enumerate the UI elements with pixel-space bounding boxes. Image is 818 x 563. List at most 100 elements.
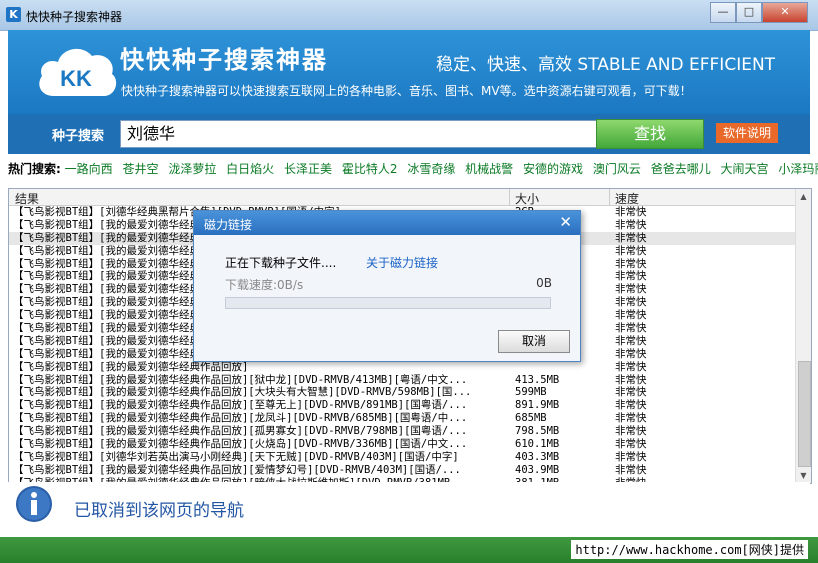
vertical-scrollbar[interactable]: ▲ ▼: [795, 189, 811, 483]
downloading-status: 正在下载种子文件....: [225, 256, 337, 270]
row-speed: 非常快: [615, 360, 647, 373]
hot-keyword-link[interactable]: 泷泽萝拉: [168, 162, 216, 176]
row-size: 599MB: [515, 386, 547, 399]
row-name: 【飞鸟影视BT组】[我的最爱刘德华经典作品回放][火烧岛][DVD-RMVB/3…: [13, 438, 468, 451]
downloaded-bytes: 0B: [536, 276, 552, 290]
close-button[interactable]: ✕: [762, 2, 808, 23]
row-speed: 非常快: [615, 412, 647, 425]
row-speed: 非常快: [615, 270, 647, 283]
row-speed: 非常快: [615, 450, 647, 463]
hot-searches-label: 热门搜索:: [8, 162, 61, 176]
magnet-link-dialog: 磁力链接 ✕ 正在下载种子文件.... 关于磁力链接 下载速度:0B/s 0B …: [193, 210, 581, 362]
kk-cloud-logo: KK: [39, 48, 117, 96]
table-row[interactable]: 【飞鸟影视BT组】[我的最爱刘德华经典作品回放] 非常快: [9, 361, 795, 374]
column-header-speed[interactable]: 速度: [615, 190, 639, 207]
row-speed: 非常快: [615, 438, 647, 451]
row-size: 403.9MB: [515, 463, 560, 476]
column-header-result[interactable]: 结果: [15, 190, 39, 207]
software-help-button[interactable]: 软件说明: [716, 123, 778, 143]
row-size: 413.5MB: [515, 373, 560, 386]
maximize-button[interactable]: □: [736, 2, 762, 23]
table-row[interactable]: 【飞鸟影视BT组】[我的最爱刘德华经典作品回放][至尊无上][DVD-RMVB/…: [9, 399, 795, 412]
hot-keyword-link[interactable]: 长泽正美: [284, 162, 332, 176]
app-description: 快快种子搜索神器可以快速搜索互联网上的各种电影、音乐、图书、MV等。选中资源右键…: [121, 84, 692, 98]
row-size: 685MB: [515, 412, 547, 425]
hot-keyword-link[interactable]: 安德的游戏: [523, 162, 583, 176]
row-speed: 非常快: [615, 296, 647, 309]
hot-keyword-link[interactable]: 爸爸去哪儿: [651, 162, 711, 176]
row-speed: 非常快: [615, 206, 647, 218]
row-name: 【飞鸟影视BT组】[刘德华刘若英出演马小刚经典][天下无贼][DVD-RMVB/…: [13, 450, 459, 463]
row-name: 【飞鸟影视BT组】[我的最爱刘德华经典作品回放][大块头有大智慧][DVD-RM…: [13, 386, 472, 399]
row-name: 【飞鸟影视BT组】[我的最爱刘德华经典作品回放][爱情梦幻号][DVD-RMVB…: [13, 463, 461, 476]
search-input[interactable]: 刘德华: [120, 120, 600, 148]
row-speed: 非常快: [615, 244, 647, 257]
dialog-close-icon[interactable]: ✕: [559, 213, 572, 231]
slogan: 稳定、快速、高效 STABLE AND EFFICIENT: [436, 55, 776, 75]
row-speed: 非常快: [615, 386, 647, 399]
table-row[interactable]: 【飞鸟影视BT组】[我的最爱刘德华经典作品回放][龙凤斗][DVD-RMVB/6…: [9, 412, 795, 425]
status-bar: http://www.hackhome.com[网侠]提供: [0, 537, 818, 563]
search-bar: 种子搜索 刘德华 查找 软件说明: [8, 114, 810, 154]
dialog-titlebar: 磁力链接 ✕: [194, 211, 580, 235]
row-speed: 非常快: [615, 309, 647, 322]
minimize-button[interactable]: —: [710, 2, 736, 23]
row-speed: 非常快: [615, 425, 647, 438]
row-speed: 非常快: [615, 347, 647, 360]
column-divider[interactable]: [509, 189, 510, 205]
hot-keyword-link[interactable]: 冰雪奇缘: [407, 162, 455, 176]
cancel-button[interactable]: 取消: [498, 330, 570, 353]
search-label: 种子搜索: [52, 129, 105, 144]
scroll-down-arrow-icon[interactable]: ▼: [796, 468, 811, 483]
navigation-cancelled-panel: 已取消到该网页的导航: [8, 482, 810, 544]
table-row[interactable]: 【飞鸟影视BT组】[我的最爱刘德华经典作品回放][狱中龙][DVD-RMVB/4…: [9, 374, 795, 387]
row-size: 610.1MB: [515, 438, 560, 451]
hot-searches: 热门搜索: 一路向西 苍井空 泷泽萝拉 白日焰火 长泽正美 霍比特人2 冰雪奇缘…: [8, 160, 818, 180]
window-titlebar: K 快快种子搜索神器 — □ ✕: [0, 0, 818, 31]
row-speed: 非常快: [615, 322, 647, 335]
hot-keyword-link[interactable]: 大闹天宫: [721, 162, 769, 176]
hot-keyword-link[interactable]: 机械战警: [465, 162, 513, 176]
table-row[interactable]: 【飞鸟影视BT组】[刘德华刘若英出演马小刚经典][天下无贼][DVD-RMVB/…: [9, 451, 795, 464]
row-size: 891.9MB: [515, 399, 560, 412]
about-magnet-link[interactable]: 关于磁力链接: [366, 254, 438, 271]
row-speed: 非常快: [615, 231, 647, 244]
row-size: 403.3MB: [515, 450, 560, 463]
scroll-up-arrow-icon[interactable]: ▲: [796, 189, 811, 204]
info-icon: [16, 486, 52, 522]
hot-keyword-link[interactable]: 小泽玛丽亚: [778, 162, 818, 176]
table-row[interactable]: 【飞鸟影视BT组】[我的最爱刘德华经典作品回放][孤男寡女][DVD-RMVB/…: [9, 425, 795, 438]
row-name: 【飞鸟影视BT组】[我的最爱刘德华经典作品回放]: [13, 360, 249, 373]
row-size: 798.5MB: [515, 425, 560, 438]
row-speed: 非常快: [615, 334, 647, 347]
row-name: 【飞鸟影视BT组】[我的最爱刘德华经典作品回放][至尊无上][DVD-RMVB/…: [13, 399, 468, 412]
status-url: http://www.hackhome.com[网侠]提供: [571, 540, 808, 559]
hot-keyword-link[interactable]: 白日焰火: [226, 162, 274, 176]
column-divider[interactable]: [609, 189, 610, 205]
table-row[interactable]: 【飞鸟影视BT组】[我的最爱刘德华经典作品回放][大块头有大智慧][DVD-RM…: [9, 386, 795, 399]
search-button[interactable]: 查找: [596, 119, 704, 149]
row-speed: 非常快: [615, 218, 647, 231]
app-title: 快快种子搜索神器: [120, 46, 328, 74]
hot-keyword-link[interactable]: 苍井空: [122, 162, 158, 176]
list-header: 结果 大小 速度: [9, 189, 795, 206]
dialog-title: 磁力链接: [204, 218, 253, 232]
row-speed: 非常快: [615, 257, 647, 270]
column-header-size[interactable]: 大小: [515, 190, 539, 207]
row-speed: 非常快: [615, 373, 647, 386]
download-progress-bar: [225, 297, 551, 309]
row-name: 【飞鸟影视BT组】[我的最爱刘德华经典作品回放][孤男寡女][DVD-RMVB/…: [13, 425, 468, 438]
row-speed: 非常快: [615, 399, 647, 412]
row-speed: 非常快: [615, 463, 647, 476]
header-banner: KK 快快种子搜索神器 稳定、快速、高效 STABLE AND EFFICIEN…: [8, 30, 810, 114]
table-row[interactable]: 【飞鸟影视BT组】[我的最爱刘德华经典作品回放][火烧岛][DVD-RMVB/3…: [9, 438, 795, 451]
hot-keyword-link[interactable]: 霍比特人2: [342, 162, 398, 176]
hot-keyword-link[interactable]: 一路向西: [65, 162, 113, 176]
scrollbar-thumb[interactable]: [798, 361, 811, 467]
app-icon: K: [6, 7, 21, 22]
hot-keyword-link[interactable]: 澳门风云: [593, 162, 641, 176]
table-row[interactable]: 【飞鸟影视BT组】[我的最爱刘德华经典作品回放][爱情梦幻号][DVD-RMVB…: [9, 464, 795, 477]
row-name: 【飞鸟影视BT组】[我的最爱刘德华经典作品回放][狱中龙][DVD-RMVB/4…: [13, 373, 468, 386]
row-name: 【飞鸟影视BT组】[我的最爱刘德华经典作品回放][龙凤斗][DVD-RMVB/6…: [13, 412, 468, 425]
logo-text: KK: [60, 66, 92, 91]
